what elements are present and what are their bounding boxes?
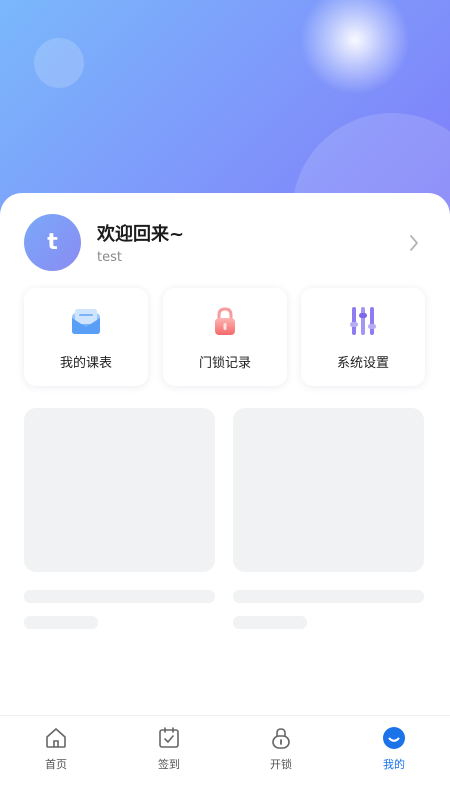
quick-action-label: 我的课表	[59, 356, 112, 371]
profile-row[interactable]: t 欢迎回来~ test	[24, 214, 426, 272]
content-sheet: t 欢迎回来~ test 我的课表 门锁记录 系统设置	[0, 193, 450, 715]
quick-action-lock-records[interactable]: 门锁记录	[163, 288, 287, 386]
avatar[interactable]: t	[24, 214, 81, 271]
tab-home[interactable]: 首页	[0, 716, 112, 800]
tab-label: 开锁	[270, 758, 292, 771]
tab-label: 首页	[45, 758, 67, 771]
skeleton-line-short	[24, 616, 98, 629]
padlock-icon	[215, 307, 235, 335]
calendar-check-icon	[159, 727, 179, 748]
tab-unlock[interactable]: 开锁	[225, 716, 337, 800]
decor-bubble-small	[34, 38, 84, 88]
smile-icon	[383, 727, 405, 749]
skeleton-line-short	[233, 616, 307, 629]
sliders-icon	[350, 307, 376, 335]
envelope-icon	[72, 309, 100, 334]
tab-mine[interactable]: 我的	[338, 716, 450, 800]
skeleton-line	[233, 590, 424, 603]
tab-label: 我的	[383, 758, 405, 771]
bottom-tab-bar: 首页 签到 开锁 我的	[0, 715, 450, 800]
quick-action-label: 门锁记录	[198, 356, 251, 371]
username-text: test	[97, 250, 122, 265]
decor-bubble-glow	[300, 0, 410, 95]
skeleton-card-left	[24, 408, 215, 572]
quick-action-label: 系统设置	[336, 356, 389, 371]
welcome-text: 欢迎回来~	[97, 224, 185, 245]
home-icon	[46, 728, 66, 748]
quick-action-settings[interactable]: 系统设置	[301, 288, 425, 386]
chevron-right-icon[interactable]	[406, 233, 422, 253]
skeleton-card-right	[233, 408, 424, 572]
skeleton-line	[24, 590, 215, 603]
tab-checkin[interactable]: 签到	[113, 716, 225, 800]
quick-action-schedule[interactable]: 我的课表	[24, 288, 148, 386]
quick-actions: 我的课表 门锁记录 系统设置	[24, 288, 426, 388]
lock-icon	[272, 728, 290, 749]
tab-label: 签到	[158, 758, 180, 771]
